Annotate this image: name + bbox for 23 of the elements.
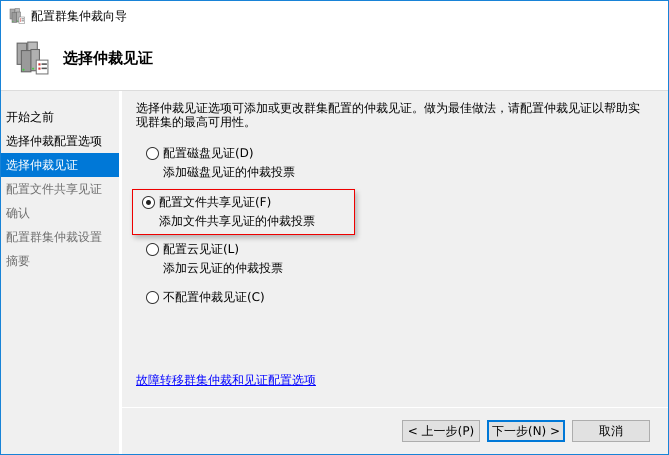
wizard-step[interactable]: 开始之前 [1, 105, 119, 129]
option-label[interactable]: 配置云见证(L) [163, 241, 240, 258]
option-description: 添加文件共享见证的仲裁投票 [158, 213, 316, 230]
wizard-step[interactable]: 选择仲裁配置选项 [1, 129, 119, 153]
radio-button[interactable] [146, 243, 159, 256]
option-label[interactable]: 配置文件共享见证(F) [159, 194, 272, 211]
wizard-button[interactable]: < 上一步(P) [402, 420, 480, 442]
radio-button[interactable] [146, 291, 159, 304]
page-title: 选择仲裁见证 [63, 48, 153, 68]
wizard-button[interactable]: 下一步(N) > [487, 420, 565, 442]
wizard-step[interactable]: 选择仲裁见证 [1, 153, 119, 177]
window-title: 配置群集仲裁向导 [31, 8, 127, 24]
help-link[interactable]: 故障转移群集仲裁和见证配置选项 [136, 372, 316, 389]
description-text: 选择仲裁见证选项可添加或更改群集配置的仲裁见证。做为最佳做法，请配置仲裁见证以帮助实现群集的最高可用性。 [136, 101, 641, 129]
option-label[interactable]: 配置磁盘见证(D) [163, 145, 254, 162]
cluster-icon [15, 41, 49, 75]
wizard-button[interactable]: 取消 [572, 420, 650, 442]
radio-button[interactable] [146, 147, 159, 160]
option-description: 添加磁盘见证的仲裁投票 [162, 164, 296, 181]
option-label[interactable]: 不配置仲裁见证(C) [163, 289, 265, 306]
radio-button[interactable] [142, 196, 155, 209]
option-description: 添加云见证的仲裁投票 [162, 260, 284, 277]
cluster-icon [9, 8, 25, 24]
